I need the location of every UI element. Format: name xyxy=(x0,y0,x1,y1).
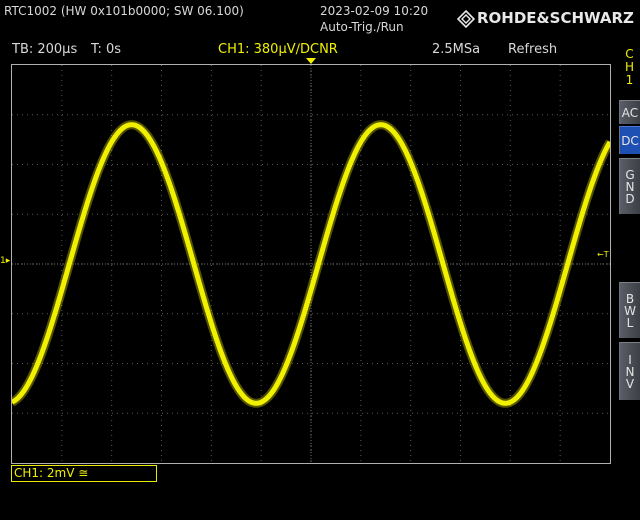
invert-button[interactable]: I N V xyxy=(619,342,640,400)
waveform-display[interactable] xyxy=(11,64,611,464)
channel-side-label: C H 1 xyxy=(619,48,640,92)
brand-logo: ROHDE&SCHWARZ xyxy=(457,8,637,30)
graticule-grid xyxy=(12,65,610,463)
device-info: RTC1002 (HW 0x101b0000; SW 06.100) xyxy=(4,4,244,18)
sample-rate-readout[interactable]: 2.5MSa xyxy=(432,42,480,57)
rs-diamond-icon xyxy=(457,10,475,28)
button-label: DC xyxy=(621,133,639,148)
button-letter: B xyxy=(625,291,635,306)
channel-letter: 1 xyxy=(625,73,634,87)
button-letter: N xyxy=(625,179,635,194)
button-letter: I xyxy=(628,352,632,367)
dc-coupling-button[interactable]: DC xyxy=(619,126,640,154)
button-letter: W xyxy=(624,303,636,318)
trigger-mode: Auto-Trig./Run xyxy=(320,20,404,34)
channel-setting-readout[interactable]: CH1: 380µV∕DCNR xyxy=(218,42,338,57)
refresh-mode-readout[interactable]: Refresh xyxy=(508,42,557,57)
gnd-coupling-button[interactable]: G N D xyxy=(619,158,640,214)
button-letter: D xyxy=(625,191,635,206)
arrow-right-icon: ▸ xyxy=(5,256,11,266)
bandwidth-limit-button[interactable]: B W L xyxy=(619,282,640,338)
button-letter: L xyxy=(626,315,634,330)
trigger-level-marker[interactable]: ←T xyxy=(597,250,609,260)
trigger-time-readout[interactable]: T: 0s xyxy=(91,42,121,57)
button-letter: N xyxy=(625,364,635,379)
button-letter: G xyxy=(625,167,635,182)
ac-coupling-button[interactable]: AC xyxy=(619,100,640,124)
datetime: 2023-02-09 10:20 xyxy=(320,4,429,18)
ch1-scale-box[interactable]: CH1: 2mV ≅ xyxy=(11,465,157,482)
waveform-plot xyxy=(12,65,610,463)
button-label: AC xyxy=(621,105,639,120)
brand-name: ROHDE&SCHWARZ xyxy=(477,9,634,27)
ground-level-marker[interactable]: 1▸ xyxy=(0,256,10,266)
button-letter: V xyxy=(625,376,635,391)
timebase-readout[interactable]: TB: 200µs xyxy=(12,42,77,57)
